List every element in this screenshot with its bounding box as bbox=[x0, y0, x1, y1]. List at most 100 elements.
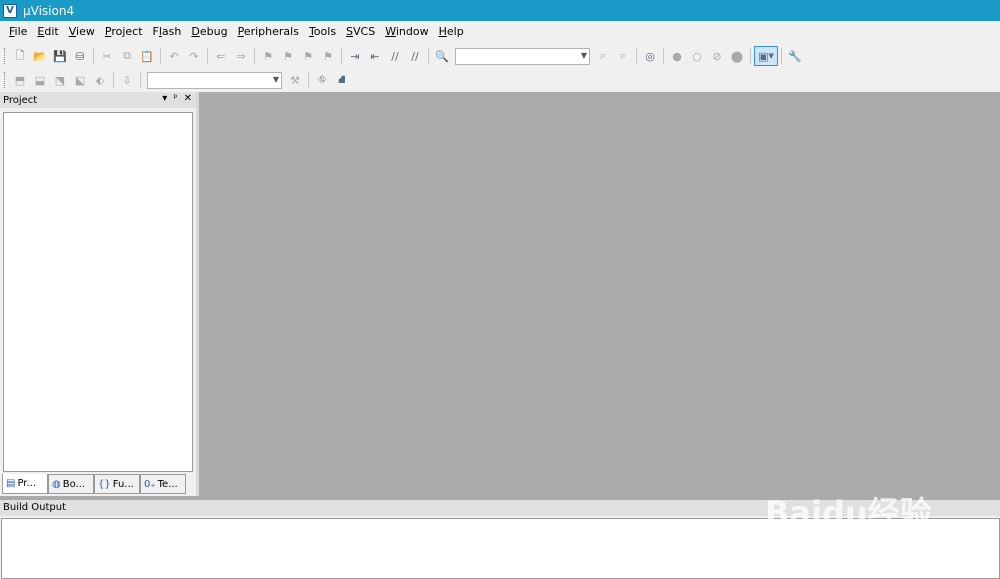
project-pane-title: Project bbox=[3, 94, 38, 106]
menu-peripherals[interactable]: Peripherals bbox=[233, 22, 304, 41]
indent-icon[interactable]: ⇥ bbox=[345, 46, 365, 66]
manage-packs-icon[interactable]: ⛘ bbox=[332, 70, 352, 90]
toolbar-separator bbox=[93, 48, 94, 64]
project-tree[interactable] bbox=[3, 112, 193, 472]
toolbar-separator bbox=[140, 72, 141, 88]
target-options-icon[interactable]: ⚒ bbox=[285, 70, 305, 90]
toolbar-grip[interactable] bbox=[4, 48, 7, 64]
paste-icon[interactable]: 📋 bbox=[137, 46, 157, 66]
find-icon[interactable]: ⌕ bbox=[593, 46, 613, 66]
undo-icon[interactable]: ↶ bbox=[164, 46, 184, 66]
watermark-brand: Baidu经验 bbox=[765, 494, 932, 532]
copy-icon[interactable]: ⧉ bbox=[117, 46, 137, 66]
pin-icon[interactable]: ᵖ bbox=[173, 93, 177, 104]
bookmark-clear-icon[interactable]: ⚑ bbox=[318, 46, 338, 66]
window-layout-glyph: ▣ bbox=[758, 49, 769, 63]
project-tab-icon: ▤ bbox=[6, 478, 16, 489]
tab-project[interactable]: ▤ Pr... bbox=[2, 474, 48, 494]
breakpoint-disable-icon[interactable]: ⊘ bbox=[707, 46, 727, 66]
menu-debug[interactable]: Debug bbox=[186, 22, 232, 41]
app-icon: V bbox=[3, 3, 17, 18]
tab-label: Fu... bbox=[112, 478, 134, 490]
redo-icon[interactable]: ↷ bbox=[184, 46, 204, 66]
rebuild-icon[interactable]: ⬔ bbox=[50, 70, 70, 90]
toolbar-separator bbox=[750, 48, 751, 64]
bookmark-prev-icon[interactable]: ⚑ bbox=[278, 46, 298, 66]
tab-label: Bo... bbox=[62, 478, 86, 490]
project-pane-header: Project ▾ ᵖ ✕ bbox=[0, 92, 196, 108]
outdent-icon[interactable]: ⇤ bbox=[365, 46, 385, 66]
tab-books[interactable]: ◍ Bo... bbox=[48, 474, 94, 494]
wrench-icon[interactable]: 🔧 bbox=[785, 46, 805, 66]
comment-icon[interactable]: // bbox=[385, 46, 405, 66]
functions-tab-icon: {} bbox=[98, 478, 111, 490]
manage-components-icon[interactable]: ⛗ bbox=[312, 70, 332, 90]
editor-area bbox=[199, 92, 1000, 496]
bookmark-toggle-icon[interactable]: ⚑ bbox=[258, 46, 278, 66]
tab-label: Te... bbox=[157, 478, 178, 490]
uncomment-icon[interactable]: // bbox=[405, 46, 425, 66]
toolbar-separator bbox=[781, 48, 782, 64]
download-icon[interactable]: ⇩ bbox=[117, 70, 137, 90]
menu-file[interactable]: File bbox=[4, 22, 32, 41]
menu-svcs[interactable]: SVCS bbox=[341, 22, 380, 41]
title-bar: V µVision4 bbox=[0, 0, 1000, 21]
toolbar-separator bbox=[308, 72, 309, 88]
breakpoint-kill-icon[interactable]: ⬤ bbox=[727, 46, 747, 66]
watermark-url: jingyan.baidu.com bbox=[767, 534, 915, 553]
toolbar-grip[interactable] bbox=[4, 72, 7, 88]
find-combo[interactable]: ▼ bbox=[455, 47, 590, 65]
build-toolbar: ⬒ ⬓ ⬔ ⬕ ⬖ ⇩ ▼ ⚒ ⛗ ⛘ bbox=[0, 68, 354, 92]
watermark: Baidu经验 jingyan.baidu.com bbox=[765, 470, 965, 560]
incremental-find-icon[interactable]: ⌕ bbox=[613, 46, 633, 66]
menu-window[interactable]: Window bbox=[380, 22, 433, 41]
tab-functions[interactable]: {} Fu... bbox=[94, 474, 140, 494]
save-icon[interactable]: 💾 bbox=[50, 46, 70, 66]
chevron-down-icon[interactable]: ▼ bbox=[273, 75, 279, 84]
menu-tools[interactable]: Tools bbox=[304, 22, 341, 41]
find-in-files-icon[interactable]: 🔍 bbox=[432, 46, 452, 66]
toolbar-separator bbox=[254, 48, 255, 64]
books-tab-icon: ◍ bbox=[52, 478, 61, 490]
menu-view[interactable]: View bbox=[64, 22, 100, 41]
save-all-icon[interactable]: ⛁ bbox=[70, 46, 90, 66]
templates-tab-icon: 0₊ bbox=[144, 478, 156, 490]
toolbar-separator bbox=[113, 72, 114, 88]
batch-build-icon[interactable]: ⬕ bbox=[70, 70, 90, 90]
breakpoint-insert-icon[interactable]: ● bbox=[667, 46, 687, 66]
translate-icon[interactable]: ⬒ bbox=[10, 70, 30, 90]
toolbar-separator bbox=[341, 48, 342, 64]
close-icon[interactable]: ✕ bbox=[184, 93, 192, 104]
toolbar-area: 🗋 📂 💾 ⛁ ✂ ⧉ 📋 ↶ ↷ ⇐ ⇒ ⚑ ⚑ ⚑ ⚑ ⇥ ⇤ // // … bbox=[0, 42, 1000, 92]
tab-templates[interactable]: 0₊ Te... bbox=[140, 474, 186, 494]
menu-project[interactable]: Project bbox=[100, 22, 148, 41]
breakpoint-enable-icon[interactable]: ○ bbox=[687, 46, 707, 66]
stop-build-icon[interactable]: ⬖ bbox=[90, 70, 110, 90]
nav-back-icon[interactable]: ⇐ bbox=[211, 46, 231, 66]
menu-help[interactable]: Help bbox=[434, 22, 469, 41]
menu-flash[interactable]: Flash bbox=[148, 22, 187, 41]
nav-forward-icon[interactable]: ⇒ bbox=[231, 46, 251, 66]
build-icon[interactable]: ⬓ bbox=[30, 70, 50, 90]
new-file-icon[interactable]: 🗋 bbox=[10, 46, 30, 66]
open-file-icon[interactable]: 📂 bbox=[30, 46, 50, 66]
file-toolbar: 🗋 📂 💾 ⛁ ✂ ⧉ 📋 ↶ ↷ ⇐ ⇒ ⚑ ⚑ ⚑ ⚑ ⇥ ⇤ // // … bbox=[0, 44, 826, 68]
target-combo[interactable]: ▼ bbox=[147, 71, 282, 89]
chevron-down-icon[interactable]: ▼ bbox=[581, 51, 587, 60]
toolbar-separator bbox=[663, 48, 664, 64]
window-layout-icon[interactable]: ▣ ▼ bbox=[754, 46, 778, 66]
cut-icon[interactable]: ✂ bbox=[97, 46, 117, 66]
menu-bar: File Edit View Project Flash Debug Perip… bbox=[0, 21, 1000, 42]
window-title: µVision4 bbox=[23, 3, 75, 18]
menu-edit[interactable]: Edit bbox=[32, 22, 63, 41]
tab-label: Pr... bbox=[17, 478, 37, 489]
bookmark-next-icon[interactable]: ⚑ bbox=[298, 46, 318, 66]
pane-menu-icon[interactable]: ▾ bbox=[162, 93, 167, 104]
toolbar-separator bbox=[428, 48, 429, 64]
project-pane: Project ▾ ᵖ ✕ ▤ Pr... ◍ Bo... {} Fu... 0… bbox=[0, 92, 196, 496]
debug-session-icon[interactable]: ◎ bbox=[640, 46, 660, 66]
project-pane-tabs: ▤ Pr... ◍ Bo... {} Fu... 0₊ Te... bbox=[2, 474, 186, 494]
pane-controls: ▾ ᵖ ✕ bbox=[162, 93, 192, 104]
toolbar-separator bbox=[160, 48, 161, 64]
toolbar-separator bbox=[207, 48, 208, 64]
